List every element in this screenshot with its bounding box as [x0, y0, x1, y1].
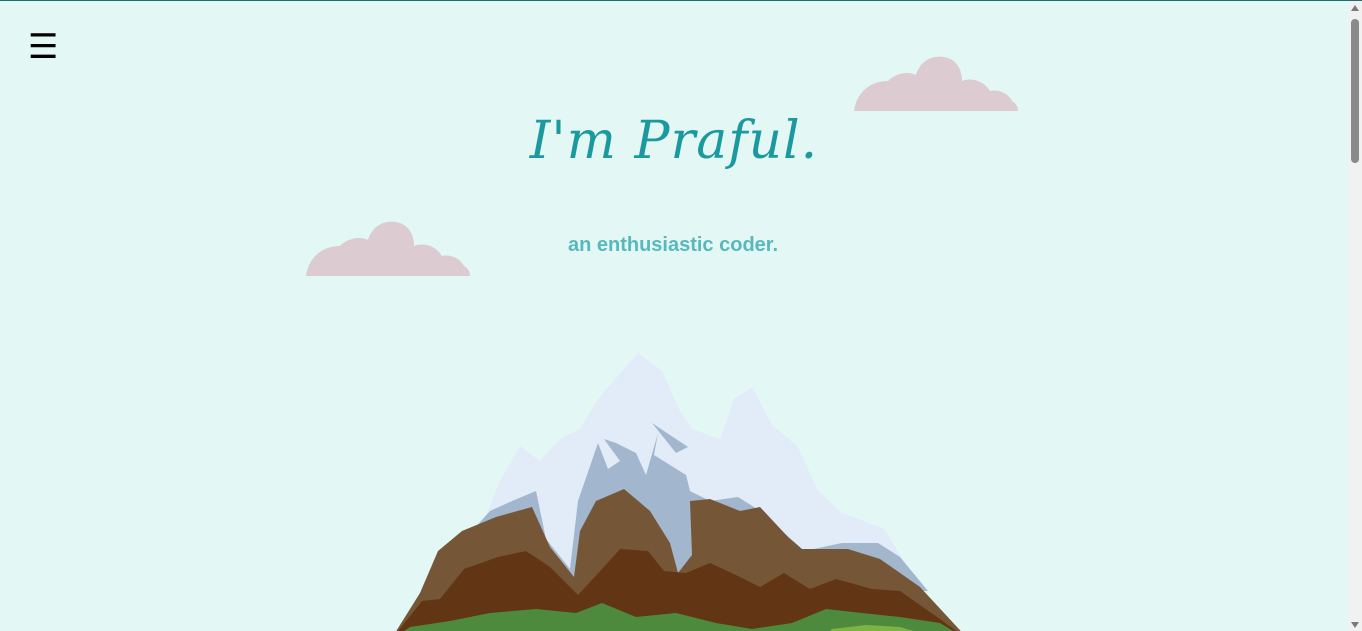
- mountain-illustration: [396, 353, 961, 631]
- page-subtitle: an enthusiastic coder.: [567, 234, 779, 256]
- vertical-scrollbar[interactable]: [1348, 1, 1362, 631]
- page: ☰ I'm Praful. an enthusiastic coder.: [0, 0, 1362, 631]
- page-title: I'm Praful.: [529, 111, 819, 171]
- scroll-up-arrow-icon[interactable]: [1351, 5, 1359, 11]
- cloud-top-right: [854, 56, 1018, 111]
- scroll-thumb[interactable]: [1351, 19, 1359, 163]
- scroll-down-arrow-icon[interactable]: [1351, 622, 1359, 628]
- hamburger-menu-icon[interactable]: ☰: [28, 29, 58, 65]
